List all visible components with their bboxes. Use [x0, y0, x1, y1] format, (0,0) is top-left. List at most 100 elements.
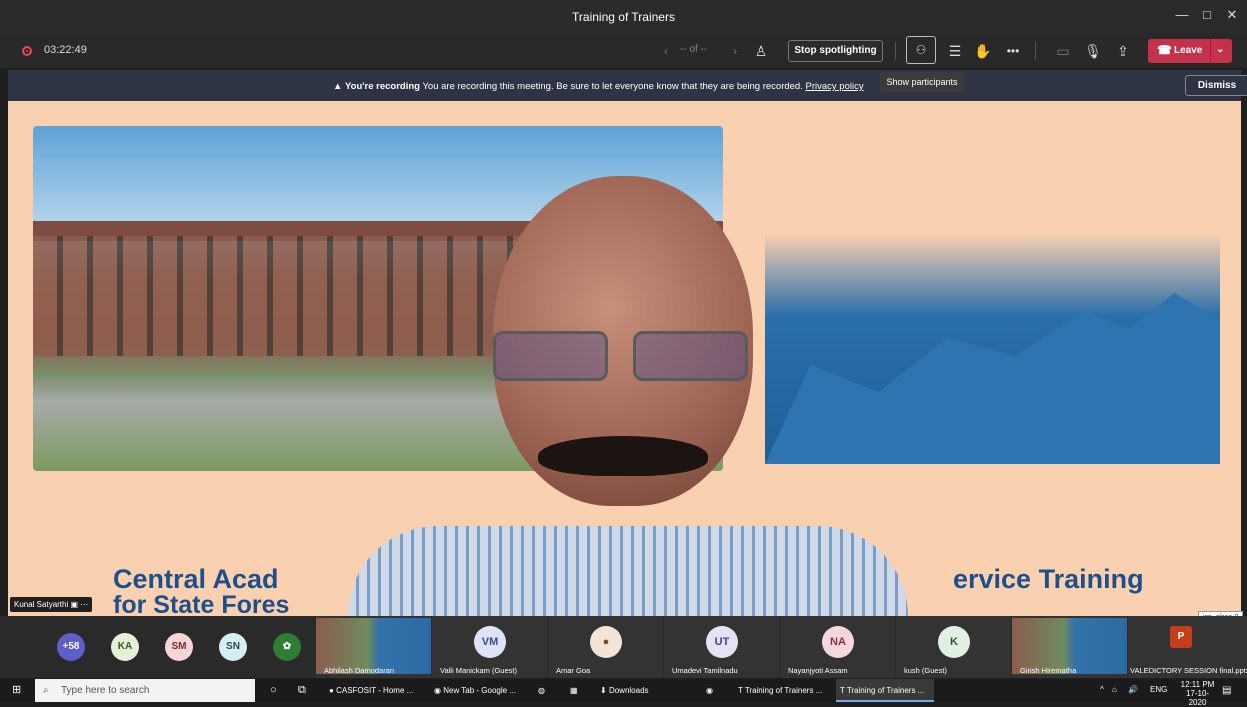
avatar: K: [938, 626, 970, 658]
screen-share-icon: ▣ ⋯: [70, 600, 89, 609]
mountain-shape: [765, 293, 1220, 464]
glasses-lens-left: [493, 331, 608, 381]
taskbar-app-edge[interactable]: ● CASFOSIT - Home ...: [325, 679, 423, 702]
teams-icon: T: [738, 686, 743, 695]
clock[interactable]: 12:11 PM 17-10-2020: [1180, 680, 1215, 707]
speaker-name: Kunal Satyarthi: [14, 600, 69, 609]
banner-title: You're recording: [345, 81, 420, 92]
cortana-icon[interactable]: ○: [270, 679, 277, 702]
close-window-button[interactable]: ✕: [1222, 7, 1242, 23]
notifications-icon[interactable]: ▤: [1222, 685, 1231, 696]
window-title-bar: Training of Trainers — □ ✕: [0, 0, 1247, 33]
participant-tile[interactable]: NA Nayanjyoti Assam: [780, 616, 895, 678]
leave-label: Leave: [1174, 45, 1203, 56]
app-label: Training of Trainers ...: [846, 686, 925, 695]
participant-tile[interactable]: K kush (Guest): [896, 616, 1011, 678]
toolbar-divider: [1035, 42, 1036, 60]
chevron-down-icon[interactable]: ⌄: [1216, 44, 1224, 55]
more-actions-icon[interactable]: •••: [1002, 41, 1024, 61]
chrome-icon: ◉: [434, 686, 441, 695]
participants-icon: ⚇: [915, 43, 927, 57]
taskbar-search[interactable]: ⌕ Type here to search: [35, 679, 255, 702]
raise-hand-icon[interactable]: ✋: [972, 41, 994, 61]
participant-tile[interactable]: Abhilash Damodaran: [316, 616, 431, 678]
search-icon: ⌕: [43, 685, 49, 696]
avatar-logo-icon[interactable]: ✿: [273, 633, 301, 661]
avatar[interactable]: SM: [165, 633, 193, 661]
spotlight-person-icon[interactable]: ♙: [750, 41, 772, 61]
overflow-participants-button[interactable]: +58: [57, 633, 85, 661]
speaker-glasses: [483, 331, 763, 386]
edge-icon: ●: [329, 686, 334, 695]
stop-spotlighting-button[interactable]: Stop spotlighting: [788, 40, 883, 62]
speaker-name-label: Kunal Satyarthi ▣ ⋯: [10, 597, 93, 612]
participant-tile[interactable]: ● Amar Goa: [548, 616, 663, 678]
taskbar-app-downloads[interactable]: ⬇ Downloads: [600, 679, 664, 702]
app-label: Downloads: [608, 686, 649, 695]
avatar: VM: [474, 626, 506, 658]
taskbar-app-teams[interactable]: T Training of Trainers ...: [735, 679, 830, 702]
toolbar-divider: [895, 42, 896, 60]
shared-file-name: VALEDICTORY SESSION final.pptx: [1130, 666, 1247, 675]
avatar: UT: [706, 626, 738, 658]
recording-banner: ▲ You're recording You are recording thi…: [8, 70, 1247, 101]
participant-tile[interactable]: VM Valli Manickam (Guest): [432, 616, 547, 678]
windows-start-icon[interactable]: ⊞: [12, 679, 21, 702]
show-hidden-icons[interactable]: ^: [1100, 685, 1104, 694]
leave-button[interactable]: ☎ Leave ⌄: [1148, 39, 1232, 63]
task-view-icon[interactable]: ⧉: [298, 679, 306, 702]
app-label: Training of Trainers ...: [744, 686, 823, 695]
speaker-video: [348, 171, 908, 616]
clock-time: 12:11 PM: [1180, 680, 1215, 689]
taskbar-app-chrome[interactable]: ◉ New Tab - Google ...: [430, 679, 528, 702]
participant-tile[interactable]: Girish Hirematha: [1012, 616, 1127, 678]
speaker-mustache: [538, 436, 708, 476]
show-participants-tooltip: Show participants: [880, 72, 964, 92]
participant-name: Abhilash Damodaran: [324, 666, 395, 675]
chrome-icon[interactable]: ◉: [706, 679, 713, 702]
avatar[interactable]: KA: [111, 633, 139, 661]
firefox-icon[interactable]: ◍: [538, 679, 545, 702]
teams-icon: T: [840, 686, 845, 695]
share-screen-icon[interactable]: ⇪: [1112, 41, 1134, 61]
maximize-button[interactable]: □: [1197, 7, 1217, 22]
network-icon[interactable]: ⌂: [1112, 685, 1117, 694]
language-indicator[interactable]: ENG: [1150, 685, 1167, 694]
windows-taskbar: ⊞ ⌕ Type here to search ○ ⧉ ● CASFOSIT -…: [0, 679, 1247, 707]
participant-name: Umadevi Tamilnadu: [672, 666, 738, 675]
avatar[interactable]: SN: [219, 633, 247, 661]
camera-off-icon[interactable]: ▭: [1052, 41, 1074, 61]
participant-name: kush (Guest): [904, 666, 947, 675]
previous-page-icon[interactable]: ‹: [655, 41, 677, 61]
participant-tile[interactable]: UT Umadevi Tamilnadu: [664, 616, 779, 678]
participant-gallery: +58 KA SM SN ✿ Abhilash Damodaran VM Val…: [0, 616, 1247, 678]
slide-title-left-line2: for State Fores: [113, 591, 290, 616]
banner-message: ▲ You're recording You are recording thi…: [333, 81, 864, 92]
downloads-icon: ⬇: [600, 686, 607, 695]
dismiss-button[interactable]: Dismiss: [1185, 75, 1247, 96]
avatar-photo: ●: [590, 626, 622, 658]
app-icon[interactable]: ▦: [570, 679, 578, 702]
warning-icon: ▲: [333, 81, 343, 92]
microphone-muted-icon[interactable]: 🎙: [1082, 41, 1104, 61]
leave-divider: [1210, 39, 1211, 63]
participant-name: Valli Manickam (Guest): [440, 666, 517, 675]
climbing-illustration: [765, 134, 1220, 464]
meeting-toolbar: 03:22:49 ‹ -- of -- › ♙ Stop spotlightin…: [0, 33, 1247, 68]
next-page-icon[interactable]: ›: [724, 41, 746, 61]
page-indicator: -- of --: [680, 44, 708, 55]
show-participants-button[interactable]: ⚇: [906, 36, 936, 64]
privacy-policy-link[interactable]: Privacy policy: [806, 81, 864, 92]
avatar: NA: [822, 626, 854, 658]
app-label: New Tab - Google ...: [443, 686, 516, 695]
slide-title-right: ervice Training: [953, 564, 1144, 594]
clock-date: 17-10-2020: [1185, 689, 1210, 707]
chat-icon[interactable]: ☰: [944, 41, 966, 61]
participant-name: Nayanjyoti Assam: [788, 666, 848, 675]
search-placeholder: Type here to search: [61, 685, 150, 696]
minimize-button[interactable]: —: [1172, 7, 1192, 22]
shared-file-tile[interactable]: P VALEDICTORY SESSION final.pptx: [1128, 616, 1247, 678]
volume-icon[interactable]: 🔊: [1128, 685, 1138, 694]
shared-content-stage: Central Acad for State Fores ervice Trai…: [8, 101, 1241, 616]
taskbar-app-teams-active[interactable]: T Training of Trainers ...: [836, 679, 934, 702]
